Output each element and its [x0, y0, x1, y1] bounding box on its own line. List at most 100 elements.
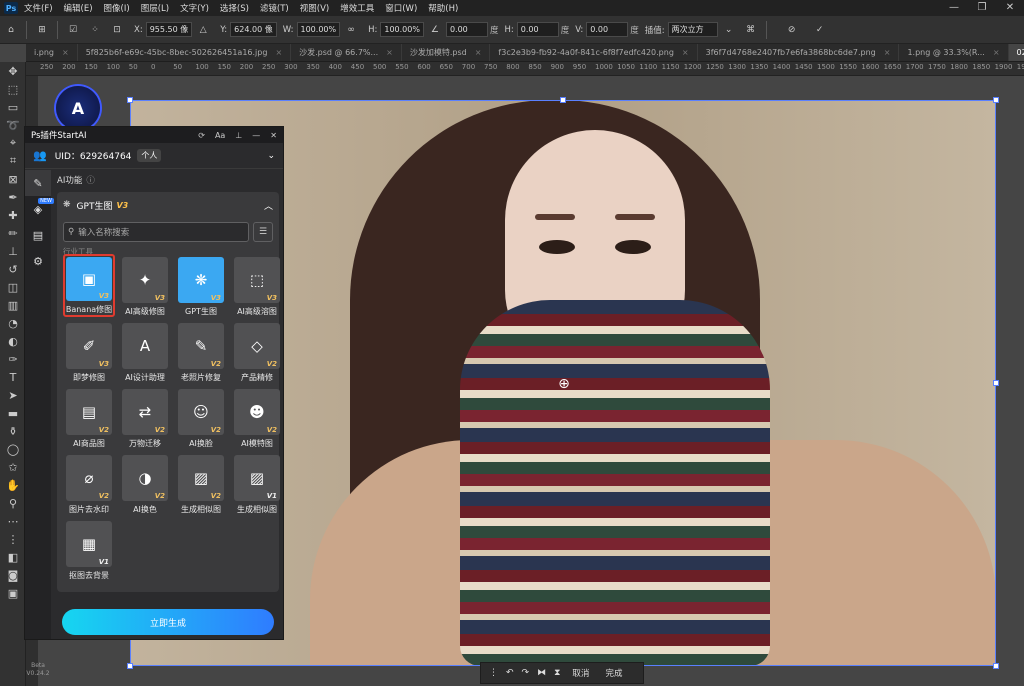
link-icon[interactable]: ∞	[340, 19, 362, 41]
hskew-field[interactable]: 0.00	[516, 22, 559, 37]
reference-point-crosshair-icon[interactable]: ⊕	[556, 376, 572, 392]
brush-tool-icon[interactable]: ✏	[0, 224, 26, 242]
tool-card[interactable]: ☺ V2 AI换脸	[175, 386, 227, 449]
close-tab-icon[interactable]: ×	[884, 44, 891, 61]
document-tab[interactable]: 沙发.psd @ 66.7%... ×	[291, 44, 402, 61]
restore-button[interactable]: ❐	[968, 0, 996, 16]
menu-item[interactable]: 选择(S)	[220, 2, 249, 14]
vskew-field[interactable]: 0.00	[586, 22, 629, 37]
pen-tool-icon[interactable]: ✑	[0, 350, 26, 368]
flip-horizontal-icon[interactable]: ⧓	[537, 668, 546, 678]
close-panel-icon[interactable]: ✕	[270, 131, 277, 140]
height-field[interactable]: 100.00%	[380, 22, 424, 37]
color-swatches-icon[interactable]: ◧	[0, 548, 26, 566]
y-position-field[interactable]: 624.00 像	[230, 22, 277, 37]
menu-item[interactable]: 帮助(H)	[428, 2, 458, 14]
transform-handle-top-left[interactable]	[127, 97, 133, 103]
angle-field[interactable]: 0.00	[445, 22, 488, 37]
done-button[interactable]: 完成	[605, 667, 622, 679]
menu-item[interactable]: 窗口(W)	[385, 2, 417, 14]
ellipse-icon[interactable]: ◯	[0, 440, 26, 458]
reference-toggle-icon[interactable]: ⊡	[106, 19, 128, 41]
reference-point-icon[interactable]: ⁘	[84, 19, 106, 41]
chevron-down-icon[interactable]: ⌄	[267, 151, 275, 161]
quick-mask-icon[interactable]: ◙	[0, 566, 26, 584]
dodge-tool-icon[interactable]: ◐	[0, 332, 26, 350]
minimize-button[interactable]: —	[940, 0, 968, 16]
menu-item[interactable]: 文件(F)	[24, 2, 53, 14]
tool-card[interactable]: ☻ V2 AI模特图	[231, 386, 283, 449]
redo-icon[interactable]: ↷	[522, 668, 530, 678]
refresh-icon[interactable]: ⟳	[198, 131, 205, 140]
more-tools-icon[interactable]: ⋯	[0, 512, 26, 530]
warp-icon[interactable]: ⌘	[740, 19, 762, 41]
info-icon[interactable]: ⓘ	[86, 174, 95, 186]
history-brush-tool-icon[interactable]: ↺	[0, 260, 26, 278]
undo-icon[interactable]: ↶	[506, 668, 514, 678]
menu-item[interactable]: 图像(I)	[104, 2, 130, 14]
menu-item[interactable]: 文字(Y)	[180, 2, 209, 14]
transform-handle-top-middle[interactable]	[560, 97, 566, 103]
flip-vertical-icon[interactable]: ⧗	[554, 668, 560, 678]
chevron-up-icon[interactable]: ︿	[264, 199, 273, 212]
tool-card[interactable]: ▣ V3 Banana修图	[63, 254, 115, 317]
menu-item[interactable]: 图层(L)	[141, 2, 169, 14]
tool-card[interactable]: ✐ V3 即梦修图	[63, 320, 115, 383]
startai-logo[interactable]: A	[56, 86, 100, 130]
generate-now-button[interactable]: 立即生成	[62, 609, 274, 635]
tool-card[interactable]: ✦ V3 AI高级修图	[119, 254, 171, 317]
x-position-field[interactable]: 955.50 像	[145, 22, 193, 37]
tool-card[interactable]: ▦ V1 抠图去背景	[63, 518, 115, 581]
lasso-tool-icon[interactable]: ➰	[0, 116, 26, 134]
tool-card[interactable]: ▨ V2 生成相似图	[175, 452, 227, 515]
close-window-button[interactable]: ✕	[996, 0, 1024, 16]
tool-search-input[interactable]: ⚲ 输入名称搜索	[63, 222, 249, 242]
eraser-tool-icon[interactable]: ◫	[0, 278, 26, 296]
custom-shape-icon[interactable]: ✩	[0, 458, 26, 476]
tool-card[interactable]: ▨ V1 生成相似图	[231, 452, 283, 515]
checkbox-icon[interactable]: ☑	[62, 19, 84, 41]
tool-card[interactable]: ✎ V2 老照片修复	[175, 320, 227, 383]
screen-mode-icon[interactable]: ▣	[0, 584, 26, 602]
document-tab[interactable]: 沙发加模特.psd ×	[402, 44, 491, 61]
gradient-tool-icon[interactable]: ▥	[0, 296, 26, 314]
blur-tool-icon[interactable]: ◔	[0, 314, 26, 332]
document-tab[interactable]: 02模版.png @ 66.7% (图层 1, R×	[1008, 44, 1024, 61]
eyedropper-tool-icon[interactable]: ✒	[0, 188, 26, 206]
close-tab-icon[interactable]: ×	[993, 44, 1000, 61]
account-tier-badge[interactable]: 个人	[137, 149, 162, 162]
menu-item[interactable]: 增效工具	[340, 2, 374, 14]
pin-icon[interactable]: ⊥	[235, 131, 242, 140]
tool-card[interactable]: ⌀ V2 图片去水印	[63, 452, 115, 515]
crop-tool-icon[interactable]: ⌗	[0, 152, 26, 170]
document-feature-icon[interactable]: ▤	[25, 222, 51, 248]
rectangle-tool-icon[interactable]: ▬	[0, 404, 26, 422]
tool-card[interactable]: ◑ V2 AI换色	[119, 452, 171, 515]
document-tab[interactable]: i.png ×	[26, 44, 78, 61]
tool-card[interactable]: ▤ V2 AI商品图	[63, 386, 115, 449]
path-select-tool-icon[interactable]: ➤	[0, 386, 26, 404]
menu-item[interactable]: 编辑(E)	[64, 2, 93, 14]
frame-tool-icon[interactable]: ⊠	[0, 170, 26, 188]
settings-gear-icon[interactable]: ⚙	[25, 248, 51, 274]
healing-brush-tool-icon[interactable]: ✚	[0, 206, 26, 224]
transform-handle-bottom-right[interactable]	[993, 663, 999, 669]
object-select-tool-icon[interactable]: ⌖	[0, 134, 26, 152]
transform-handle-middle-right[interactable]	[993, 380, 999, 386]
artboard-tool-icon[interactable]: ⬚	[0, 80, 26, 98]
tool-card[interactable]: ❋ V3 GPT生图	[175, 254, 227, 317]
cancel-button[interactable]: 取消	[572, 667, 589, 679]
font-size-icon[interactable]: Aa	[215, 131, 225, 140]
hand-tool-icon[interactable]: ✋	[0, 476, 26, 494]
drag-handle-icon[interactable]: ⋮	[489, 668, 498, 678]
tool-card[interactable]: ⬚ V3 AI高级溶图	[231, 254, 283, 317]
commit-transform-icon[interactable]: ✓	[809, 19, 831, 41]
width-field[interactable]: 100.00%	[296, 22, 341, 37]
document-tab[interactable]: 3f6f7d4768e2407fb7e6fa3868bc6de7.png ×	[698, 44, 900, 61]
menu-item[interactable]: 滤镜(T)	[260, 2, 289, 14]
gpt-card-header[interactable]: ❋ GPT生图 V3 ︿	[63, 198, 273, 212]
cancel-transform-icon[interactable]: ⊘	[781, 19, 803, 41]
tool-card[interactable]: ◇ V2 产品精修	[231, 320, 283, 383]
zoom-tool-icon[interactable]: ⚲	[0, 494, 26, 512]
type-tool-icon[interactable]: T	[0, 368, 26, 386]
